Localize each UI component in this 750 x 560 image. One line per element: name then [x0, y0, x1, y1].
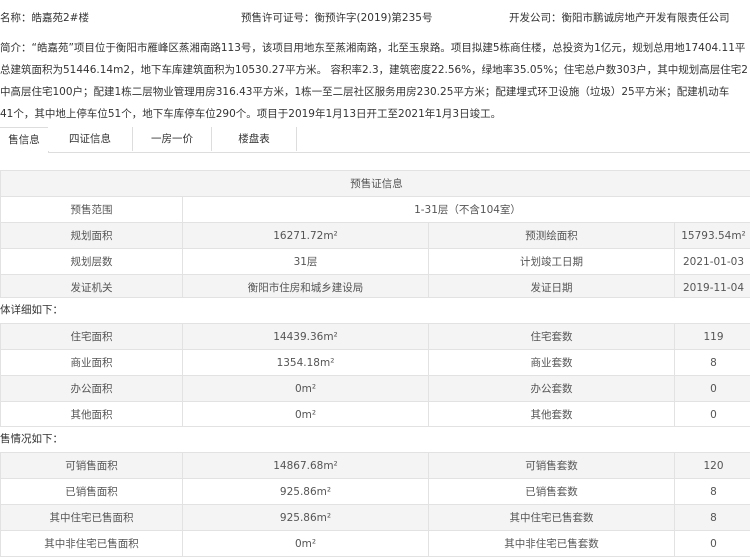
- cell: 已销售面积: [0, 478, 183, 505]
- cell: 商业面积: [0, 349, 183, 376]
- cell: 其他面积: [0, 401, 183, 428]
- developer-company: 开发公司：衡阳市鹏诚房地产开发有限责任公司: [509, 12, 730, 24]
- cell: 其中住宅已售面积: [0, 504, 183, 531]
- cell: 办公面积: [0, 375, 183, 402]
- cell: 住宅套数: [428, 323, 675, 350]
- tab-price-per-unit[interactable]: 一房一价: [133, 127, 212, 151]
- cell: 其中非住宅已售套数: [428, 530, 675, 557]
- cell: 其中住宅已售套数: [428, 504, 675, 531]
- cell: 0: [674, 530, 750, 557]
- cell: 925.86m²: [182, 504, 429, 531]
- tab-sales-info[interactable]: 售信息: [0, 127, 49, 153]
- range-label: 预售范围: [0, 196, 183, 223]
- intro-line: 简介：“皓嘉苑”项目位于衡阳市雁峰区蒸湘南路113号，该项目用地东至蒸湘南路，北…: [0, 42, 746, 54]
- cell: 可销售套数: [428, 452, 675, 479]
- cell: 规划层数: [0, 248, 183, 275]
- cell: 规划面积: [0, 222, 183, 249]
- detail-table: 住宅面积 14439.36m² 住宅套数 119 商业面积 1354.18m² …: [0, 323, 750, 428]
- header-row: 名称：皓嘉苑2#楼 预售许可证号：衡预许字(2019)第235号 开发公司：衡阳…: [0, 0, 750, 36]
- detail-label: 体详细如下：: [0, 297, 750, 324]
- presale-permit: 预售许可证号：衡预许字(2019)第235号: [241, 12, 433, 24]
- cell: 预测绘面积: [428, 222, 675, 249]
- cell: 0m²: [182, 375, 429, 402]
- cell: 0: [674, 401, 750, 428]
- presale-table: 预售证信息 预售范围 1-31层（不含104室） 规划面积 16271.72m²…: [0, 170, 750, 301]
- tab-building-table[interactable]: 楼盘表: [212, 127, 297, 151]
- cell: 16271.72m²: [182, 222, 429, 249]
- sales-label: 售情况如下：: [0, 426, 750, 453]
- cell: 其他套数: [428, 401, 675, 428]
- cell: 119: [674, 323, 750, 350]
- cell: 0m²: [182, 401, 429, 428]
- cell: 可销售面积: [0, 452, 183, 479]
- tab-bar: 售信息 四证信息 一房一价 楼盘表: [0, 127, 750, 153]
- cell: 其中非住宅已售面积: [0, 530, 183, 557]
- cell: 2021-01-03: [674, 248, 750, 275]
- cell: 1354.18m²: [182, 349, 429, 376]
- intro-line: 总建筑面积为51446.14m2，地下车库建筑面积为10530.27平方米。 容…: [0, 64, 748, 76]
- cell: 8: [674, 504, 750, 531]
- cell: 14867.68m²: [182, 452, 429, 479]
- cell: 商业套数: [428, 349, 675, 376]
- cell: 住宅面积: [0, 323, 183, 350]
- sales-table: 可销售面积 14867.68m² 可销售套数 120 已销售面积 925.86m…: [0, 452, 750, 557]
- cell: 0m²: [182, 530, 429, 557]
- intro-line: 41个，其中地上停车位51个，地下车库停车位290个。项目于2019年1月13日…: [0, 108, 502, 120]
- range-value: 1-31层（不含104室）: [182, 196, 750, 223]
- building-name: 名称：皓嘉苑2#楼: [0, 12, 89, 24]
- cell: 925.86m²: [182, 478, 429, 505]
- cell: 计划竣工日期: [428, 248, 675, 275]
- cell: 0: [674, 375, 750, 402]
- intro-line: 中高层住宅100户；配建1栋二层物业管理用房316.43平方米，1栋一至二层社区…: [0, 86, 730, 98]
- presale-caption: 预售证信息: [0, 170, 750, 197]
- cell: 已销售套数: [428, 478, 675, 505]
- cell: 8: [674, 349, 750, 376]
- cell: 120: [674, 452, 750, 479]
- cell: 办公套数: [428, 375, 675, 402]
- cell: 31层: [182, 248, 429, 275]
- cell: 14439.36m²: [182, 323, 429, 350]
- project-intro: 简介：“皓嘉苑”项目位于衡阳市雁峰区蒸湘南路113号，该项目用地东至蒸湘南路，北…: [0, 37, 750, 125]
- cell: 8: [674, 478, 750, 505]
- tab-four-certificates[interactable]: 四证信息: [48, 127, 133, 151]
- cell: 15793.54m²: [674, 222, 750, 249]
